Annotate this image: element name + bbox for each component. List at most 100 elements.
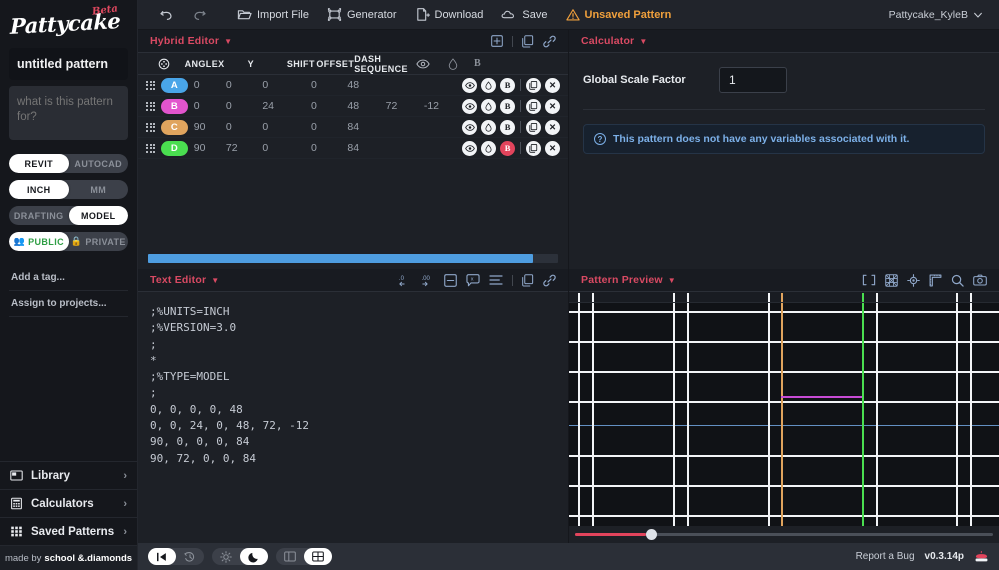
horizontal-scrollbar[interactable] <box>148 254 558 263</box>
chevron-down-icon[interactable]: ▼ <box>211 276 219 285</box>
cell-offset[interactable]: 84 <box>347 121 385 133</box>
row-color-toggle[interactable] <box>481 77 497 93</box>
pattern-description-input[interactable] <box>9 86 128 140</box>
fit-icon[interactable] <box>862 274 876 286</box>
row-drag-handle[interactable] <box>146 80 161 90</box>
chevron-down-icon[interactable]: ▼ <box>224 37 232 46</box>
camera-icon[interactable] <box>973 274 987 286</box>
row-color-toggle[interactable] <box>481 119 497 135</box>
cell-shift[interactable]: 0 <box>311 100 347 112</box>
add-row-icon[interactable] <box>491 35 503 47</box>
assign-projects-field[interactable]: Assign to projects... <box>9 291 128 317</box>
download-button[interactable]: Download <box>406 0 493 30</box>
light-theme-button[interactable] <box>212 548 240 565</box>
cell-x[interactable]: 72 <box>226 142 262 154</box>
dark-theme-button[interactable] <box>240 548 268 565</box>
pattern-preview-title[interactable]: Pattern Preview <box>581 274 663 286</box>
row-visibility-toggle[interactable] <box>462 140 478 156</box>
row-duplicate-button[interactable] <box>526 119 542 135</box>
cell-offset[interactable]: 84 <box>347 142 385 154</box>
link-icon[interactable] <box>543 35 556 48</box>
sidebar-item-library[interactable]: Library › <box>0 462 137 490</box>
measure-icon[interactable] <box>929 274 942 287</box>
generator-button[interactable]: Generator <box>318 0 406 30</box>
cell-offset[interactable]: 48 <box>347 79 385 91</box>
format-icon[interactable] <box>489 274 503 286</box>
cell-offset[interactable]: 48 <box>347 100 385 112</box>
row-drag-handle[interactable] <box>146 122 161 132</box>
scrollbar-thumb[interactable] <box>148 254 534 263</box>
row-delete-button[interactable]: ✕ <box>545 98 561 114</box>
zoom-slider-track[interactable] <box>575 529 993 540</box>
global-scale-input[interactable] <box>719 67 787 93</box>
table-row[interactable]: B 0 0 24 0 48 72 -12 B ✕ <box>138 96 568 117</box>
preview-zoom-slider[interactable] <box>569 526 999 543</box>
chevron-down-icon[interactable]: ▼ <box>668 276 676 285</box>
cell-x[interactable]: 0 <box>226 121 262 133</box>
pattern-code-text[interactable]: ;%UNITS=INCH ;%VERSION=3.0 ; * ;%TYPE=MO… <box>138 292 568 543</box>
cell-x[interactable]: 0 <box>226 79 262 91</box>
row-color-toggle[interactable] <box>481 140 497 156</box>
segment-reset-view[interactable] <box>148 548 204 565</box>
redo-button[interactable] <box>183 0 216 30</box>
cell-dash-1[interactable]: 72 <box>386 100 424 112</box>
toggle-visibility-private[interactable]: 🔒 PRIVATE <box>69 232 129 251</box>
reset-view-button[interactable] <box>148 548 176 565</box>
sidebar-item-saved-patterns[interactable]: Saved Patterns › <box>0 518 137 546</box>
history-button[interactable] <box>176 548 204 565</box>
cell-shift[interactable]: 0 <box>311 121 347 133</box>
segment-layout[interactable] <box>276 548 332 565</box>
row-delete-button[interactable]: ✕ <box>545 140 561 156</box>
toggle-visibility[interactable]: 👥 PUBLIC 🔒 PRIVATE <box>9 232 128 251</box>
row-color-chip[interactable]: C <box>160 119 194 135</box>
cell-shift[interactable]: 0 <box>311 142 347 154</box>
collapse-icon[interactable] <box>444 273 457 287</box>
toggle-units[interactable]: INCH MM <box>9 180 128 199</box>
cell-y[interactable]: 24 <box>262 100 311 112</box>
undo-button[interactable] <box>150 0 183 30</box>
duplicate-icon[interactable] <box>522 34 534 48</box>
comment-icon[interactable]: x <box>466 273 480 287</box>
row-color-toggle[interactable] <box>481 98 497 114</box>
toggle-platform-revit[interactable]: REVIT <box>9 154 69 173</box>
row-delete-button[interactable]: ✕ <box>545 119 561 135</box>
sidebar-item-calculators[interactable]: Calculators › <box>0 490 137 518</box>
row-color-chip[interactable]: D <box>160 140 194 156</box>
row-bold-toggle[interactable]: B <box>500 98 516 114</box>
cell-angle[interactable]: 90 <box>194 142 226 154</box>
cell-shift[interactable]: 0 <box>311 79 347 91</box>
zoom-slider-knob[interactable] <box>646 529 658 540</box>
zoom-icon[interactable] <box>951 274 964 287</box>
split-layout-button[interactable] <box>276 548 304 565</box>
toggle-pattern-type-model[interactable]: MODEL <box>68 206 128 225</box>
row-bold-toggle[interactable]: B <box>500 119 516 135</box>
cell-y[interactable]: 0 <box>262 142 311 154</box>
row-drag-handle[interactable] <box>146 101 161 111</box>
toggle-pattern-type-drafting[interactable]: DRAFTING <box>9 206 69 225</box>
row-visibility-toggle[interactable] <box>462 77 478 93</box>
cell-angle[interactable]: 0 <box>194 100 226 112</box>
row-visibility-toggle[interactable] <box>462 119 478 135</box>
cell-y[interactable]: 0 <box>262 79 311 91</box>
toggle-pattern-type[interactable]: DRAFTING MODEL <box>9 206 128 225</box>
add-tag-field[interactable]: Add a tag... <box>9 265 128 291</box>
cell-y[interactable]: 0 <box>262 121 311 133</box>
pattern-title-input[interactable] <box>9 48 128 80</box>
cell-dash-2[interactable]: -12 <box>424 100 462 112</box>
toggle-units-mm[interactable]: MM <box>69 180 129 199</box>
toggle-units-inch[interactable]: INCH <box>9 180 69 199</box>
decrease-decimal-icon[interactable]: .0 <box>398 274 412 287</box>
toggle-platform-autocad[interactable]: AUTOCAD <box>69 154 129 173</box>
report-bug-link[interactable]: Report a Bug <box>856 551 915 562</box>
grid-layout-button[interactable] <box>304 548 332 565</box>
row-delete-button[interactable]: ✕ <box>545 77 561 93</box>
text-editor-title[interactable]: Text Editor <box>150 274 206 286</box>
increase-decimal-icon[interactable]: .00 <box>421 274 435 287</box>
link-icon[interactable] <box>543 274 556 287</box>
cell-angle[interactable]: 0 <box>194 79 226 91</box>
table-row[interactable]: A 0 0 0 0 48 B ✕ <box>138 75 568 96</box>
hybrid-editor-title[interactable]: Hybrid Editor <box>150 35 219 47</box>
cell-x[interactable]: 0 <box>226 100 262 112</box>
save-button[interactable]: Save <box>492 0 556 30</box>
target-icon[interactable] <box>907 273 920 287</box>
